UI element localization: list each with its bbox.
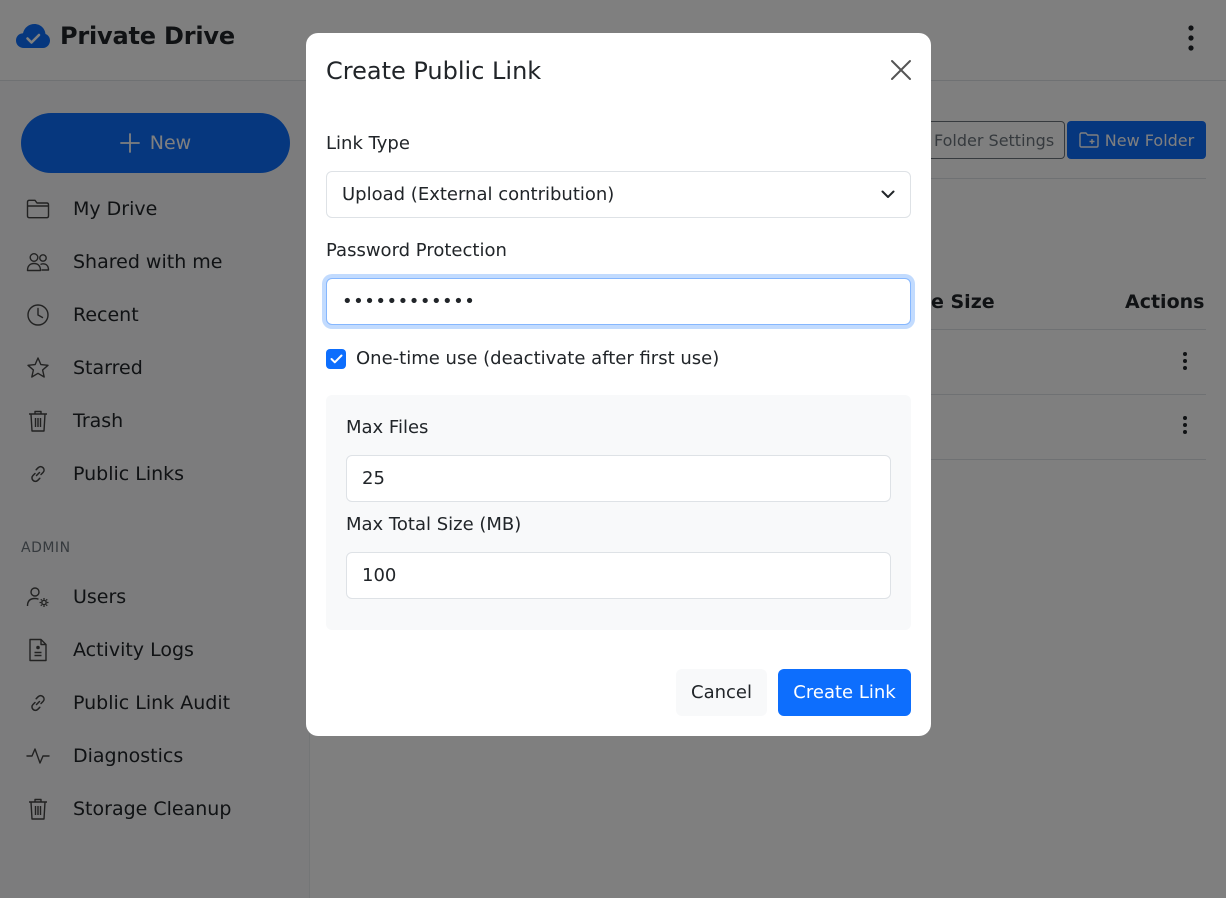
close-icon (890, 59, 912, 81)
max-files-input[interactable]: 25 (346, 455, 891, 502)
create-link-button[interactable]: Create Link (778, 669, 911, 716)
create-public-link-dialog: Create Public Link Link Type Upload (Ext… (306, 33, 931, 736)
chevron-down-icon (881, 190, 895, 199)
one-time-use-label: One-time use (deactivate after first use… (356, 348, 720, 369)
one-time-use-row[interactable]: One-time use (deactivate after first use… (326, 348, 719, 369)
cancel-button[interactable]: Cancel (676, 669, 767, 716)
upload-limits-panel: Max Files 25 Max Total Size (MB) 100 (326, 395, 911, 630)
check-icon (330, 354, 343, 364)
one-time-use-checkbox[interactable] (326, 348, 346, 369)
password-label: Password Protection (326, 240, 507, 261)
password-value: •••••••••••• (342, 291, 476, 312)
dialog-title: Create Public Link (326, 57, 542, 85)
max-size-label: Max Total Size (MB) (346, 514, 522, 535)
close-button[interactable] (886, 55, 916, 85)
link-type-label: Link Type (326, 133, 410, 154)
link-type-value: Upload (External contribution) (342, 184, 615, 205)
max-files-label: Max Files (346, 417, 429, 438)
max-size-input[interactable]: 100 (346, 552, 891, 599)
max-size-value: 100 (362, 565, 397, 586)
max-files-value: 25 (362, 468, 385, 489)
link-type-select[interactable]: Upload (External contribution) (326, 171, 911, 218)
password-input[interactable]: •••••••••••• (326, 278, 911, 325)
